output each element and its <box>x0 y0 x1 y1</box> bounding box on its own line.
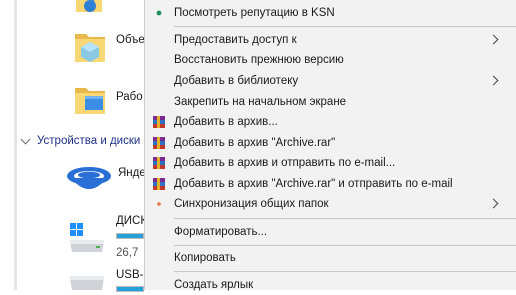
menu-separator <box>174 26 516 27</box>
menu-item-label: Восстановить прежнюю версию <box>174 54 344 66</box>
yandex-disk-icon <box>67 167 111 189</box>
ksn-icon <box>156 10 162 16</box>
menu-separator <box>174 245 516 246</box>
folder-label: Рабо <box>116 91 143 103</box>
usb-drive-item[interactable] <box>66 270 108 292</box>
chevron-down-icon <box>20 134 31 144</box>
winrar-icon <box>153 137 165 149</box>
chevron-right-icon <box>488 198 499 209</box>
3d-objects-folder-icon <box>75 34 105 62</box>
drive-usage-bar <box>116 286 144 292</box>
menu-item-label: Добавить в архив "Archive.rar" и отправи… <box>174 178 453 190</box>
menu-item-label: Закрепить на начальном экране <box>174 96 347 108</box>
drive-usage-fill <box>117 287 143 291</box>
menu-item-sync-shared-folders[interactable]: Синхронизация общих папок <box>145 194 516 214</box>
menu-item-give-access[interactable]: Предоставить доступ к <box>145 30 516 50</box>
menu-item-label: Синхронизация общих папок <box>174 198 329 210</box>
chevron-right-icon <box>488 75 499 86</box>
menu-item-add-to-archive[interactable]: Добавить в архив... <box>145 112 516 132</box>
menu-item-ksn-reputation[interactable]: Посмотреть репутацию в KSN <box>145 3 516 23</box>
menu-item-label: Копировать <box>174 252 236 264</box>
menu-item-archive-rar-and-email[interactable]: Добавить в архив "Archive.rar" и отправи… <box>145 174 516 194</box>
menu-item-restore-previous-version[interactable]: Восстановить прежнюю версию <box>145 50 516 70</box>
menu-item-archive-and-email[interactable]: Добавить в архив и отправить по e-mail..… <box>145 153 516 173</box>
drive-usage-fill <box>117 234 143 238</box>
menu-item-label: Добавить в архив... <box>174 116 278 128</box>
drive-usage-bar <box>116 233 144 239</box>
devices-section-header[interactable]: Устройства и диски ( <box>20 134 148 147</box>
menu-item-label: Форматировать... <box>174 226 268 238</box>
menu-item-label: Добавить в архив и отправить по e-mail..… <box>174 157 396 169</box>
menu-separator <box>174 218 516 219</box>
menu-item-label: Добавить в библиотеку <box>174 75 299 87</box>
menu-item-create-shortcut[interactable]: Создать ярлык <box>145 275 516 295</box>
usb-drive-icon <box>70 276 104 290</box>
navigation-scrollbar[interactable] <box>14 0 17 290</box>
winrar-icon <box>153 157 165 169</box>
desktop-folder-icon <box>75 88 105 114</box>
winrar-icon <box>153 116 165 128</box>
menu-item-copy[interactable]: Копировать <box>145 248 516 268</box>
yandex-disk-item[interactable] <box>64 164 114 196</box>
music-folder-item[interactable] <box>72 0 108 16</box>
menu-item-add-to-library[interactable]: Добавить в библиотеку <box>145 71 516 91</box>
menu-item-label: Добавить в архив "Archive.rar" <box>174 137 336 149</box>
menu-item-pin-to-start[interactable]: Закрепить на начальном экране <box>145 92 516 112</box>
cloud-label: Янде <box>118 167 144 179</box>
folder-label: Объе <box>116 34 144 46</box>
drive-label: ДИСК <box>116 215 144 227</box>
menu-item-add-to-archive-rar[interactable]: Добавить в архив "Archive.rar" <box>145 133 516 153</box>
system-drive-item[interactable] <box>66 220 108 256</box>
context-menu: Посмотреть репутацию в KSN Предоставить … <box>144 0 516 291</box>
menu-item-label: Создать ярлык <box>174 279 254 291</box>
chevron-right-icon <box>488 34 499 45</box>
sync-icon <box>157 202 161 206</box>
3d-objects-folder-item[interactable] <box>72 26 108 66</box>
drive-label: USB- <box>116 269 144 281</box>
desktop-folder-item[interactable] <box>72 82 108 118</box>
winrar-icon <box>153 178 165 190</box>
menu-separator <box>174 271 516 272</box>
music-folder-icon <box>76 0 102 12</box>
drive-free-space: 26,7 <box>116 247 139 259</box>
menu-item-label: Предоставить доступ к <box>174 34 297 46</box>
menu-item-format[interactable]: Форматировать... <box>145 222 516 242</box>
windows-drive-icon <box>70 223 104 252</box>
menu-item-label: Посмотреть репутацию в KSN <box>174 7 335 19</box>
section-header-label: Устройства и диски ( <box>37 135 148 147</box>
